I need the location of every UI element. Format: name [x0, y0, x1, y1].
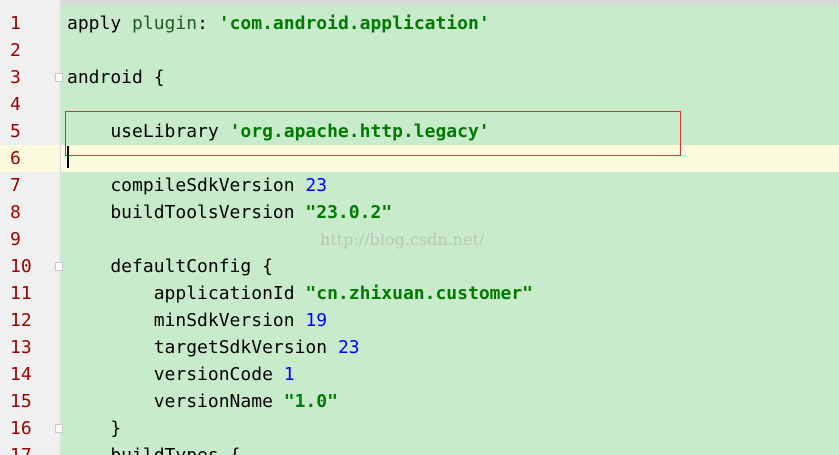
watermark: http://blog.csdn.net/: [320, 230, 485, 249]
code-line[interactable]: 15 versionName "1.0": [0, 388, 839, 415]
code-token: }: [67, 418, 122, 439]
line-number: 8: [10, 202, 21, 223]
code-text: apply plugin: 'com.android.application': [61, 10, 839, 37]
line-number: 6: [0, 145, 60, 172]
code-token: :: [197, 13, 219, 34]
line-number: 10: [10, 256, 32, 277]
line-number: 5: [10, 121, 21, 142]
code-text: versionCode 1: [61, 361, 839, 388]
code-token: 23: [337, 337, 360, 358]
code-text: useLibrary 'org.apache.http.legacy': [61, 118, 839, 145]
code-line[interactable]: 6: [0, 145, 839, 172]
code-text: compileSdkVersion 23: [61, 172, 839, 199]
code-line[interactable]: 1 apply plugin: 'com.android.application': [0, 10, 839, 37]
line-number: 1: [10, 13, 21, 34]
text-caret: [67, 146, 69, 168]
code-token: buildTypes {: [67, 445, 240, 455]
code-token: apply: [67, 13, 133, 34]
code-line[interactable]: 14 versionCode 1: [0, 361, 839, 388]
code-line[interactable]: 7 compileSdkVersion 23: [0, 172, 839, 199]
code-text: versionName "1.0": [61, 388, 839, 415]
code-text: android {: [61, 64, 839, 91]
code-token: 23: [305, 175, 328, 196]
code-token: targetSdkVersion: [67, 337, 338, 358]
code-token: "1.0": [283, 391, 338, 412]
code-text: [61, 145, 839, 172]
code-line[interactable]: 12 minSdkVersion 19: [0, 307, 839, 334]
code-token: applicationId: [67, 283, 306, 304]
code-text: minSdkVersion 19: [61, 307, 839, 334]
line-number: 9: [10, 229, 21, 250]
line-number: 7: [10, 175, 21, 196]
code-text: buildToolsVersion "23.0.2": [61, 199, 839, 226]
code-line[interactable]: 10 defaultConfig {: [0, 253, 839, 280]
code-token: 'com.android.application': [218, 13, 490, 34]
line-number: 14: [10, 364, 32, 385]
fold-marker-icon[interactable]: [55, 262, 63, 271]
editor-top-strip: [0, 0, 839, 5]
fold-marker-icon[interactable]: [55, 73, 63, 82]
code-line[interactable]: 3 android {: [0, 64, 839, 91]
code-line[interactable]: 16 }: [0, 415, 839, 442]
line-number: 15: [10, 391, 32, 412]
line-number: 3: [10, 67, 21, 88]
code-token: useLibrary: [67, 121, 230, 142]
code-token: 19: [305, 310, 328, 331]
code-token: buildToolsVersion: [67, 202, 306, 223]
code-token: android {: [67, 67, 165, 88]
code-token: defaultConfig {: [67, 256, 273, 277]
code-token: versionCode: [67, 364, 284, 385]
code-line[interactable]: 13 targetSdkVersion 23: [0, 334, 839, 361]
code-text: targetSdkVersion 23: [61, 334, 839, 361]
code-line[interactable]: 5 useLibrary 'org.apache.http.legacy': [0, 118, 839, 145]
code-line[interactable]: 4: [0, 91, 839, 118]
code-token: versionName: [67, 391, 284, 412]
code-text: defaultConfig {: [61, 253, 839, 280]
code-token: plugin: [132, 13, 198, 34]
fold-marker-icon[interactable]: [55, 424, 63, 433]
code-token: compileSdkVersion: [67, 175, 306, 196]
code-token: minSdkVersion: [67, 310, 306, 331]
code-editor[interactable]: 1 apply plugin: 'com.android.application'…: [0, 0, 839, 455]
code-line[interactable]: 8 buildToolsVersion "23.0.2": [0, 199, 839, 226]
code-text: applicationId "cn.zhixuan.customer": [61, 280, 839, 307]
code-line[interactable]: 17 buildTypes {: [0, 442, 839, 455]
code-text: buildTypes {: [61, 442, 839, 455]
line-number: 2: [10, 40, 21, 61]
code-token: 'org.apache.http.legacy': [229, 121, 490, 142]
line-number: 13: [10, 337, 32, 358]
line-number: 4: [10, 94, 21, 115]
line-number: 12: [10, 310, 32, 331]
code-token: 1: [283, 364, 295, 385]
code-line[interactable]: 2: [0, 37, 839, 64]
code-text: }: [61, 415, 839, 442]
code-token: "23.0.2": [305, 202, 393, 223]
line-number: 17: [0, 442, 60, 455]
line-number: 11: [10, 283, 32, 304]
code-token: "cn.zhixuan.customer": [305, 283, 533, 304]
line-number: 16: [10, 418, 32, 439]
code-line[interactable]: 11 applicationId "cn.zhixuan.customer": [0, 280, 839, 307]
